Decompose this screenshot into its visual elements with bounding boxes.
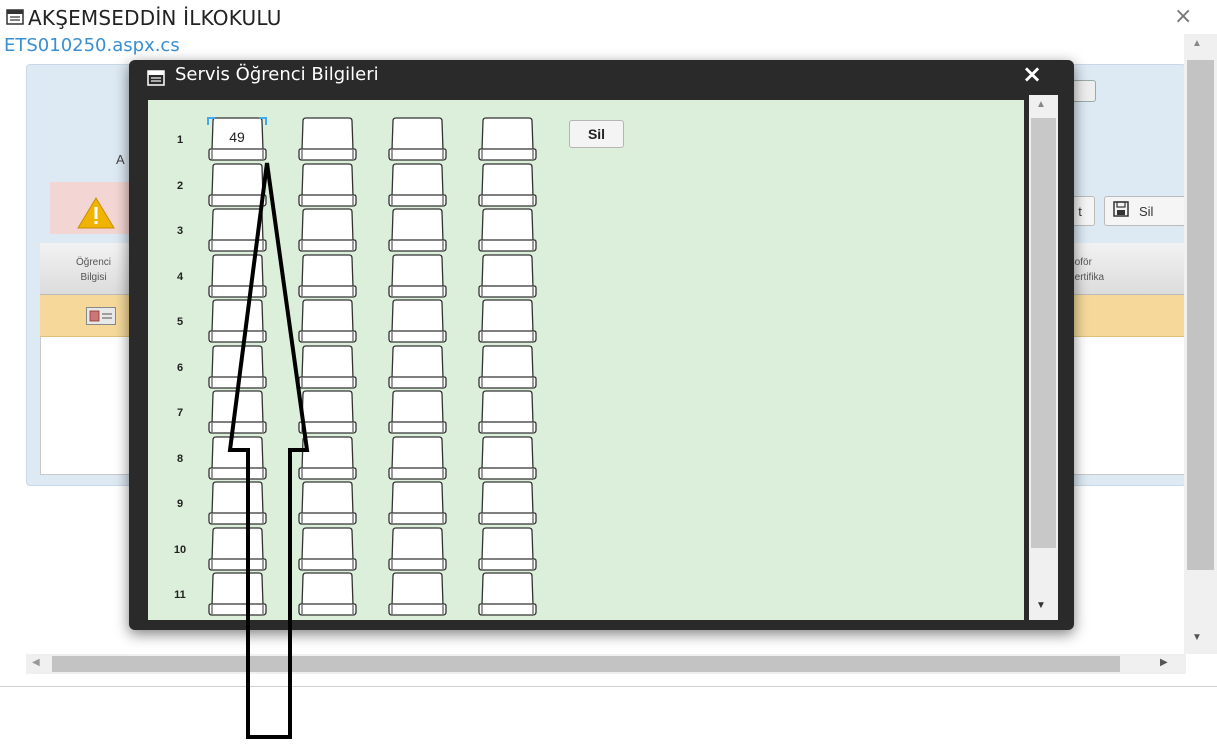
seat-input[interactable] bbox=[477, 162, 539, 209]
warning-icon bbox=[76, 196, 116, 235]
seat-input[interactable] bbox=[297, 344, 359, 391]
scroll-right-icon[interactable]: ▶ bbox=[1160, 657, 1168, 668]
seat-row-number: 5 bbox=[176, 316, 184, 328]
selection-corner bbox=[207, 117, 215, 125]
seat-input[interactable] bbox=[297, 435, 359, 482]
vertical-scroll-thumb[interactable] bbox=[1187, 60, 1214, 570]
selection-corner bbox=[259, 117, 267, 125]
seat-input[interactable] bbox=[207, 481, 269, 527]
seat-input[interactable] bbox=[297, 253, 359, 300]
seat-row-number: 9 bbox=[176, 498, 184, 510]
seat-input[interactable] bbox=[297, 299, 359, 345]
dialog-icon bbox=[147, 70, 165, 91]
dialog-title: Servis Öğrenci Bilgileri bbox=[175, 64, 379, 85]
seat-input[interactable] bbox=[387, 481, 449, 527]
seat-input[interactable] bbox=[477, 526, 539, 573]
seat-input[interactable] bbox=[207, 344, 269, 391]
seat-input[interactable] bbox=[297, 526, 359, 573]
seat-input[interactable] bbox=[207, 390, 269, 436]
seat-input[interactable] bbox=[387, 526, 449, 573]
seat-input[interactable] bbox=[387, 435, 449, 482]
dialog-scroll-up-icon[interactable]: ▲ bbox=[1036, 99, 1046, 110]
seat-input[interactable] bbox=[297, 162, 359, 209]
seat-input[interactable] bbox=[387, 572, 449, 618]
seat-input[interactable] bbox=[207, 299, 269, 345]
seat-input[interactable] bbox=[387, 117, 449, 163]
seat-row-number: 1 bbox=[176, 134, 184, 146]
seat-input[interactable] bbox=[477, 344, 539, 391]
seat-input[interactable] bbox=[477, 435, 539, 482]
seat-input[interactable] bbox=[207, 208, 269, 254]
seat-input[interactable] bbox=[207, 162, 269, 209]
seat-input[interactable] bbox=[207, 435, 269, 482]
dialog-scroll-down-icon[interactable]: ▼ bbox=[1036, 600, 1046, 611]
seat-input[interactable] bbox=[387, 208, 449, 254]
seat-input[interactable] bbox=[297, 390, 359, 436]
seat-value: 49 bbox=[229, 129, 245, 145]
grid-header-student-info: Öğrenci Bilgisi bbox=[76, 257, 112, 283]
page-file-name: ETS010250.aspx.cs bbox=[4, 35, 180, 56]
seat-row-number: 6 bbox=[176, 361, 184, 374]
seat-input[interactable] bbox=[477, 481, 539, 527]
save-icon bbox=[1113, 198, 1129, 228]
seat-row-number: 4 bbox=[176, 270, 184, 283]
outer-window-title: AKŞEMSEDDİN İLKOKULU bbox=[28, 6, 282, 30]
seat-input[interactable] bbox=[477, 117, 539, 163]
screen: AKŞEMSEDDİN İLKOKULU × ETS010250.aspx.cs… bbox=[0, 0, 1217, 745]
background-delete-button[interactable]: Sil bbox=[1104, 196, 1186, 226]
seat-input[interactable] bbox=[297, 117, 359, 163]
scroll-down-icon[interactable]: ▼ bbox=[1192, 632, 1202, 643]
dialog-close-icon[interactable]: × bbox=[1022, 60, 1042, 88]
seat-input[interactable] bbox=[207, 526, 269, 573]
seat-input[interactable] bbox=[387, 344, 449, 391]
user-list-icon[interactable] bbox=[86, 307, 116, 325]
background-label: A bbox=[116, 152, 125, 167]
seat-input[interactable]: 49 bbox=[207, 117, 269, 163]
background-delete-label: Sil bbox=[1139, 204, 1154, 219]
seat-row-number: 8 bbox=[176, 452, 184, 465]
outer-close-icon[interactable]: × bbox=[1174, 4, 1192, 29]
delete-button[interactable]: Sil bbox=[569, 120, 624, 148]
seat-input[interactable] bbox=[297, 572, 359, 618]
dialog-vertical-scroll-thumb[interactable] bbox=[1031, 118, 1056, 548]
seat-input[interactable] bbox=[477, 208, 539, 254]
seat-row-number: 10 bbox=[173, 543, 187, 556]
seat-row-number: 2 bbox=[176, 179, 184, 192]
seat-input[interactable] bbox=[477, 299, 539, 345]
seat-row-number: 11 bbox=[174, 589, 186, 601]
seat-input[interactable] bbox=[387, 253, 449, 300]
seat-input[interactable] bbox=[387, 162, 449, 209]
window-icon bbox=[6, 9, 24, 30]
seat-input[interactable] bbox=[387, 299, 449, 345]
seat-row-number: 7 bbox=[176, 407, 184, 419]
seat-input[interactable] bbox=[297, 208, 359, 254]
seat-input[interactable] bbox=[207, 572, 269, 618]
seat-input[interactable] bbox=[477, 572, 539, 618]
seat-input[interactable] bbox=[387, 390, 449, 436]
seat-input[interactable] bbox=[207, 253, 269, 300]
seat-input[interactable] bbox=[477, 253, 539, 300]
seat-plan-area bbox=[148, 100, 1024, 620]
seat-row-number: 3 bbox=[176, 225, 184, 237]
seat-input[interactable] bbox=[297, 481, 359, 527]
horizontal-scroll-thumb[interactable] bbox=[52, 656, 1120, 672]
scroll-left-icon[interactable]: ◀ bbox=[32, 657, 40, 668]
scroll-up-icon[interactable]: ▲ bbox=[1192, 38, 1202, 49]
seat-input[interactable] bbox=[477, 390, 539, 436]
